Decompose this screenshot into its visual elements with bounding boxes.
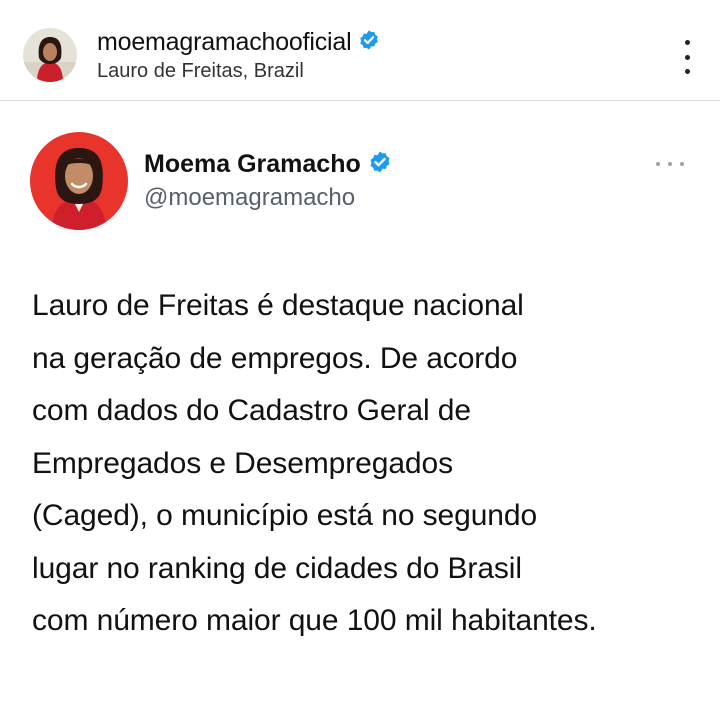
post-header: moemagramachooficial Lauro de Freitas, B… <box>0 0 720 101</box>
verified-badge-icon <box>368 150 392 179</box>
tweet-text-line: com dados do Cadastro Geral de <box>32 394 471 427</box>
profile-username[interactable]: moemagramachooficial <box>97 28 352 57</box>
tweet-author-avatar <box>30 132 128 230</box>
profile-avatar[interactable] <box>23 28 77 82</box>
tweet-text-line: na geração de empregos. De acordo <box>32 341 518 375</box>
post-location[interactable]: Lauro de Freitas, Brazil <box>97 60 304 83</box>
tweet-text-line: Lauro de Freitas é destaque nacional <box>32 289 524 322</box>
tweet-author-handle: @moemagramacho <box>144 184 356 211</box>
more-vertical-icon[interactable] <box>680 40 694 74</box>
tweet-text-line: Empregados e Desempregados <box>32 446 453 480</box>
tweet-text-line: lugar no ranking de cidades do Brasil <box>32 551 522 585</box>
tweet-text: Lauro de Freitas é destaque nacional na … <box>32 280 712 648</box>
more-horizontal-icon <box>656 160 684 168</box>
tweet-text-line: com número maior que 100 mil habitantes. <box>32 604 597 637</box>
verified-badge-icon <box>358 29 380 56</box>
tweet-author-name: Moema Gramacho <box>144 149 361 178</box>
tweet-text-line: (Caged), o município está no segundo <box>32 499 538 532</box>
